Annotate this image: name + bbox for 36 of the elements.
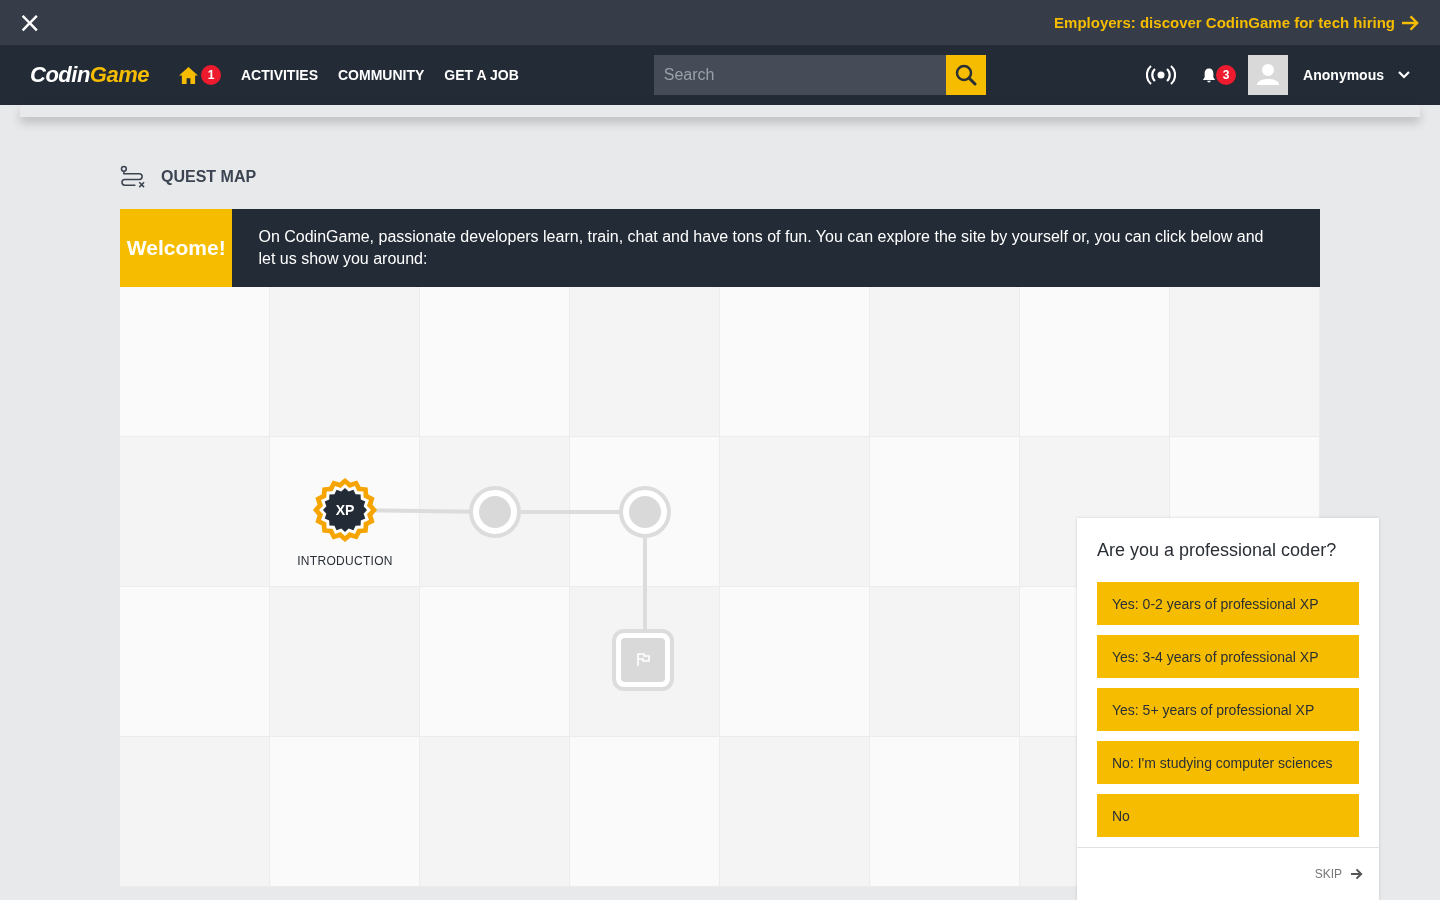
notification-count: 1	[201, 65, 221, 85]
nav-link[interactable]: ACTIVITIES	[241, 67, 318, 83]
arrow-right-icon	[1401, 14, 1420, 31]
quest-node[interactable]	[473, 490, 517, 534]
home-icon[interactable]	[179, 66, 198, 84]
nav-link[interactable]: GET A JOB	[444, 67, 519, 83]
arrow-right-icon	[1350, 868, 1363, 880]
flag-icon	[636, 653, 650, 667]
employers-link[interactable]: Employers: discover CodinGame for tech hiring	[1054, 14, 1420, 31]
page-title: QUEST MAP	[161, 168, 257, 186]
quest-node[interactable]	[623, 490, 667, 534]
username[interactable]: Anonymous	[1303, 67, 1384, 83]
close-button[interactable]: ×	[14, 8, 46, 37]
answer-button[interactable]: Yes: 3-4 years of professional XP	[1097, 635, 1359, 678]
notification-count: 3	[1216, 65, 1237, 85]
nav-link[interactable]: COMMUNITY	[338, 67, 425, 83]
search-field[interactable]: Search	[653, 55, 946, 95]
answer-button[interactable]: No: I'm studying computer sciences	[1097, 741, 1359, 784]
welcome-label: Welcome!	[126, 236, 226, 260]
broadcast-icon[interactable]	[1146, 65, 1177, 85]
bell-icon[interactable]	[1202, 66, 1217, 84]
welcome-text: On CodinGame, passionate developers learn, train, chat and have tons of fun. You can explore the site by yourself or, you can click below and let us show you around:	[258, 227, 1265, 269]
answer-button[interactable]: Yes: 5+ years of professional XP	[1097, 688, 1359, 731]
answer-button[interactable]: No	[1097, 794, 1359, 837]
xp-badge[interactable]: XP	[311, 476, 379, 544]
avatar-icon[interactable]	[1248, 55, 1289, 95]
map-route-icon	[120, 164, 147, 190]
skip-link[interactable]: SKIP	[1314, 867, 1363, 881]
chevron-down-icon[interactable]	[1398, 71, 1410, 79]
logo[interactable]: CodinGame	[30, 62, 149, 88]
survey-question: Are you a professional coder?	[1096, 539, 1338, 562]
quest-end-node[interactable]	[612, 629, 674, 691]
search-icon	[954, 64, 977, 86]
search-button[interactable]	[945, 55, 986, 95]
answer-button[interactable]: Yes: 0-2 years of professional XP	[1097, 582, 1359, 625]
quest-label[interactable]: INTRODUCTION	[270, 554, 420, 568]
